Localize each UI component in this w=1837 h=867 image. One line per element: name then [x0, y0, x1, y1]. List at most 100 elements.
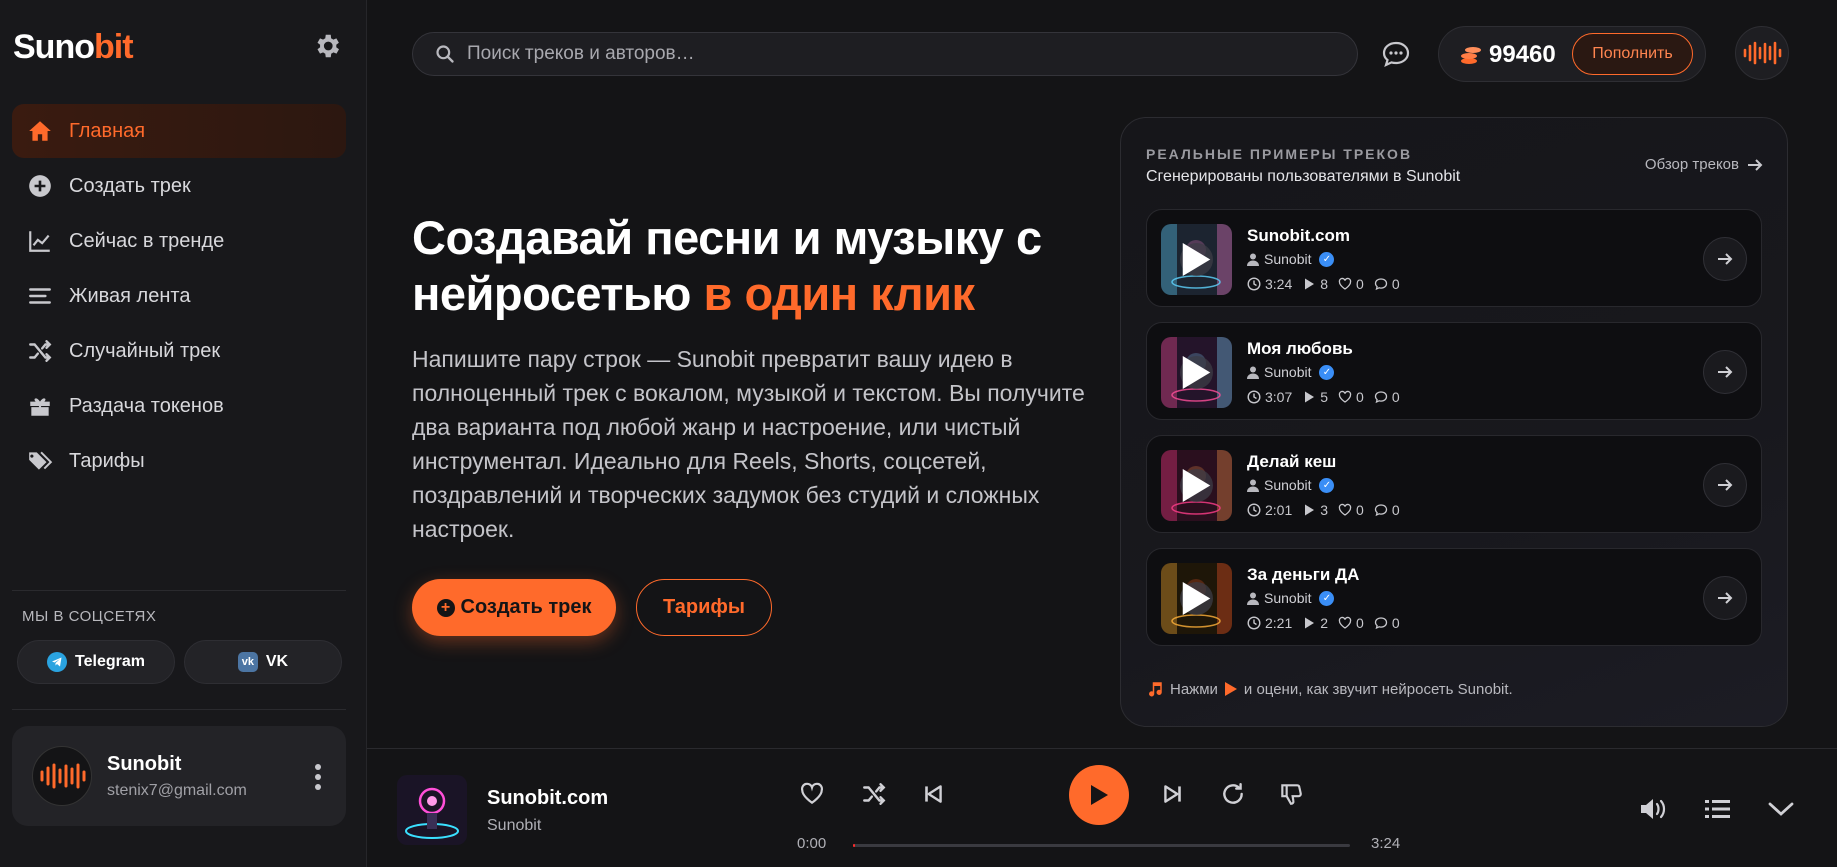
track-card[interactable]: За деньги ДА Sunobit ✓ 2:21 2 0 0 — [1146, 548, 1762, 646]
dislike-icon[interactable] — [1276, 779, 1306, 809]
nav-item-label: Сейчас в тренде — [69, 229, 225, 252]
play-button[interactable] — [1069, 765, 1129, 825]
track-cover-image — [1161, 337, 1232, 408]
sidebar-divider — [12, 709, 346, 710]
comment-icon — [1374, 391, 1387, 404]
telegram-label: Telegram — [75, 653, 145, 670]
like-heart-icon[interactable] — [797, 779, 827, 809]
hint-text-start: Нажми — [1170, 680, 1218, 698]
more-options-icon[interactable] — [312, 762, 324, 792]
social-title: МЫ В СОЦСЕТЯХ — [22, 608, 157, 625]
track-duration: 2:01 — [1265, 502, 1293, 518]
token-balance: 99460 — [1489, 41, 1556, 68]
shuffle-icon[interactable] — [859, 779, 889, 809]
collapse-chevron-down-icon[interactable] — [1765, 794, 1797, 824]
topup-button[interactable]: Пополнить — [1572, 33, 1693, 75]
comments-stat: 0 — [1374, 502, 1400, 518]
tariffs-button[interactable]: Тарифы — [636, 579, 772, 636]
track-duration: 2:21 — [1265, 615, 1293, 631]
play-icon — [1182, 243, 1211, 276]
vk-button[interactable]: vk VK — [184, 640, 342, 684]
play-icon — [1091, 785, 1108, 805]
duration-stat: 3:24 — [1247, 276, 1292, 292]
volume-icon[interactable] — [1637, 794, 1669, 824]
comment-icon — [1374, 504, 1387, 517]
arrow-right-icon — [1718, 366, 1733, 378]
chat-icon[interactable] — [1381, 40, 1411, 68]
track-play-button[interactable] — [1180, 469, 1213, 502]
track-comments: 0 — [1391, 276, 1400, 292]
plus-circle-icon — [25, 171, 55, 201]
waveform-logo-icon — [40, 763, 86, 789]
progress-bar[interactable] — [853, 844, 1350, 847]
user-email: stenix7@gmail.com — [107, 782, 247, 799]
next-track-icon[interactable] — [1158, 779, 1188, 809]
arrow-right-icon — [1748, 158, 1763, 171]
nav-item-home[interactable]: Главная — [12, 104, 346, 158]
nav-item-create[interactable]: Создать трек — [12, 159, 346, 213]
repeat-icon[interactable] — [1218, 779, 1248, 809]
heart-icon — [1338, 277, 1352, 290]
user-card[interactable]: Sunobit stenix7@gmail.com — [12, 726, 346, 826]
verified-check-icon: ✓ — [1319, 364, 1335, 380]
arrow-right-icon — [1718, 479, 1733, 491]
duration-stat: 2:01 — [1247, 502, 1292, 518]
browse-tracks-label: Обзор треков — [1644, 156, 1739, 173]
track-likes: 0 — [1356, 615, 1364, 631]
arrow-right-icon — [1718, 592, 1733, 604]
play-icon — [1224, 682, 1237, 696]
open-track-button[interactable] — [1703, 463, 1747, 507]
browse-tracks-link[interactable]: Обзор треков — [1645, 156, 1763, 173]
nav-item-tokens[interactable]: Раздача токенов — [12, 379, 346, 433]
nav-item-random[interactable]: Случайный трек — [12, 324, 346, 378]
feed-lines-icon — [25, 281, 55, 311]
coins-icon — [1459, 43, 1483, 67]
playlist-icon[interactable] — [1702, 794, 1734, 824]
track-author: Sunobit ✓ — [1247, 477, 1335, 493]
previous-track-icon[interactable] — [918, 779, 948, 809]
track-play-button[interactable] — [1180, 356, 1213, 389]
open-track-button[interactable] — [1703, 237, 1747, 281]
nav-item-tariffs[interactable]: Тарифы — [12, 434, 346, 488]
search-input[interactable] — [467, 43, 1327, 65]
track-title: Моя любовь — [1247, 339, 1353, 358]
create-track-button[interactable]: + Создать трек — [412, 579, 616, 636]
logo-text: Suno — [13, 28, 95, 66]
nav-item-trending[interactable]: Сейчас в тренде — [12, 214, 346, 268]
play-count-icon — [1305, 278, 1315, 290]
open-track-button[interactable] — [1703, 350, 1747, 394]
track-play-button[interactable] — [1180, 243, 1213, 276]
heart-icon — [1338, 503, 1352, 516]
track-card[interactable]: Sunobit.com Sunobit ✓ 3:24 8 0 0 — [1146, 209, 1762, 307]
music-note-icon — [1149, 682, 1162, 697]
user-icon — [1247, 253, 1259, 266]
theme-gear-icon[interactable] — [312, 31, 342, 61]
comment-icon — [1374, 278, 1387, 291]
track-author-name: Sunobit — [1264, 251, 1312, 267]
search-bar — [412, 32, 1358, 76]
panel-kicker: РЕАЛЬНЫЕ ПРИМЕРЫ ТРЕКОВ — [1146, 146, 1413, 162]
open-track-button[interactable] — [1703, 576, 1747, 620]
plays-stat: 8 — [1302, 276, 1328, 292]
track-card[interactable]: Делай кеш Sunobit ✓ 2:01 3 0 0 — [1146, 435, 1762, 533]
play-count-icon — [1305, 504, 1315, 516]
track-card[interactable]: Моя любовь Sunobit ✓ 3:07 5 0 0 — [1146, 322, 1762, 420]
clock-icon — [1247, 616, 1261, 630]
track-likes: 0 — [1356, 276, 1364, 292]
track-play-button[interactable] — [1180, 582, 1213, 615]
play-icon — [1182, 469, 1211, 502]
nav-item-feed[interactable]: Живая лента — [12, 269, 346, 323]
track-title: Делай кеш — [1247, 452, 1337, 471]
track-cover-image — [1161, 224, 1232, 295]
plays-stat: 5 — [1302, 389, 1328, 405]
vk-label: VK — [265, 653, 289, 670]
track-likes: 0 — [1356, 502, 1364, 518]
profile-button[interactable] — [1735, 26, 1789, 80]
plays-stat: 3 — [1302, 502, 1328, 518]
telegram-button[interactable]: Telegram — [17, 640, 175, 684]
user-name: Sunobit — [107, 753, 182, 775]
user-icon — [1247, 592, 1259, 605]
time-current: 0:00 — [797, 835, 827, 852]
logo[interactable]: Sunobit — [13, 28, 134, 67]
clock-icon — [1247, 390, 1261, 404]
